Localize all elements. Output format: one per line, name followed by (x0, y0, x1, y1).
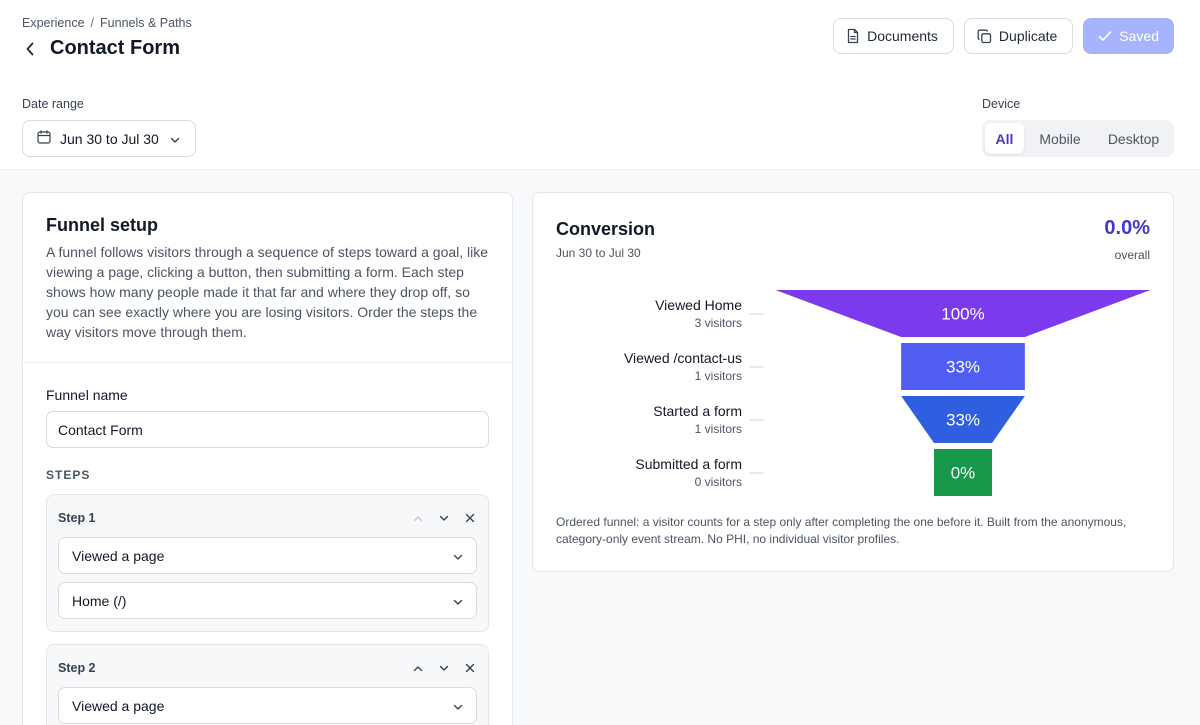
funnel-visitor-count: 0 visitors (695, 475, 742, 489)
device-toggle: All Mobile Desktop (982, 120, 1174, 157)
funnel-percent-label: 100% (941, 305, 984, 324)
conversion-card: Conversion Jun 30 to Jul 30 0.0% overall… (532, 192, 1174, 572)
back-arrow-icon[interactable] (22, 38, 38, 60)
conversion-date: Jun 30 to Jul 30 (556, 246, 641, 260)
funnel-name-label: Funnel name (46, 387, 128, 403)
document-icon (846, 28, 860, 44)
funnel-setup-card: Funnel setup A funnel follows visitors t… (22, 192, 513, 725)
device-option-mobile[interactable]: Mobile (1024, 123, 1096, 154)
step-label: Step 1 (58, 511, 96, 525)
overall-conversion-label: overall (1114, 248, 1150, 262)
date-range-picker[interactable]: Jun 30 to Jul 30 (22, 120, 196, 157)
remove-step-icon[interactable] (463, 661, 477, 675)
funnel-chart: 100% Viewed Home 3 visitors 33% Viewed /cont… (624, 290, 1151, 496)
documents-button[interactable]: Documents (833, 18, 954, 54)
check-icon (1098, 30, 1112, 42)
move-down-icon[interactable] (437, 511, 451, 525)
breadcrumb: Experience / Funnels & Paths (22, 16, 192, 30)
step-event-select[interactable]: Viewed a page (58, 537, 477, 574)
saved-button[interactable]: Saved (1083, 18, 1174, 54)
step-card: Step 1 Viewed a page Home (/) (46, 494, 489, 632)
conversion-footnote: Ordered funnel: a visitor counts for a s… (556, 515, 1127, 546)
funnel-visitor-count: 1 visitors (695, 422, 742, 436)
funnel-setup-title: Funnel setup (46, 215, 158, 235)
documents-label: Documents (867, 28, 938, 44)
step-label: Step 2 (58, 661, 96, 675)
funnel-step-label: Viewed /contact-us (624, 350, 742, 366)
header: Experience / Funnels & Paths Contact For… (0, 0, 1200, 170)
funnel-name-input[interactable] (46, 411, 489, 448)
step-event-value: Viewed a page (72, 547, 165, 564)
move-up-icon[interactable] (411, 661, 425, 675)
breadcrumb-link-funnels[interactable]: Funnels & Paths (100, 16, 192, 30)
overall-conversion-value: 0.0% (1104, 217, 1150, 239)
step-target-select[interactable]: Home (/) (58, 582, 477, 619)
conversion-title: Conversion (556, 219, 656, 239)
duplicate-label: Duplicate (998, 28, 1058, 44)
duplicate-button[interactable]: Duplicate (963, 18, 1074, 54)
step-card: Step 2 Viewed a page (46, 644, 489, 725)
funnel-visitor-count: 3 visitors (695, 316, 742, 330)
funnel-percent-label: 33% (946, 358, 980, 377)
breadcrumb-separator: / (90, 16, 95, 30)
funnel-visitor-count: 1 visitors (695, 369, 742, 383)
funnel-percent-label: 0% (951, 464, 976, 483)
funnel-step-label: Submitted a form (635, 456, 742, 472)
saved-label: Saved (1119, 28, 1159, 44)
funnel-step-label: Viewed Home (655, 297, 742, 313)
funnel-setup-description: A funnel follows visitors through a sequ… (46, 244, 489, 340)
breadcrumb-link-experience[interactable]: Experience (22, 16, 85, 30)
move-up-icon[interactable] (411, 511, 425, 525)
funnel-step-label: Started a form (653, 403, 742, 419)
chevron-down-icon (453, 593, 463, 609)
page-title: Contact Form (50, 37, 180, 59)
move-down-icon[interactable] (437, 661, 451, 675)
calendar-icon (37, 130, 51, 147)
copy-icon (977, 29, 992, 44)
date-range-value: Jun 30 to Jul 30 (60, 130, 159, 147)
device-label: Device (982, 97, 1021, 111)
chevron-down-icon (453, 698, 463, 714)
step-event-select[interactable]: Viewed a page (58, 687, 477, 724)
step-target-value: Home (/) (72, 592, 127, 609)
chevron-down-icon (453, 548, 463, 564)
funnel-percent-label: 33% (946, 411, 980, 430)
chevron-down-icon (170, 131, 180, 147)
date-range-label: Date range (22, 97, 84, 111)
device-option-all[interactable]: All (985, 123, 1024, 154)
steps-heading: STEPS (46, 468, 91, 482)
device-option-desktop[interactable]: Desktop (1096, 123, 1171, 154)
step-event-value: Viewed a page (72, 697, 165, 714)
remove-step-icon[interactable] (463, 511, 477, 525)
